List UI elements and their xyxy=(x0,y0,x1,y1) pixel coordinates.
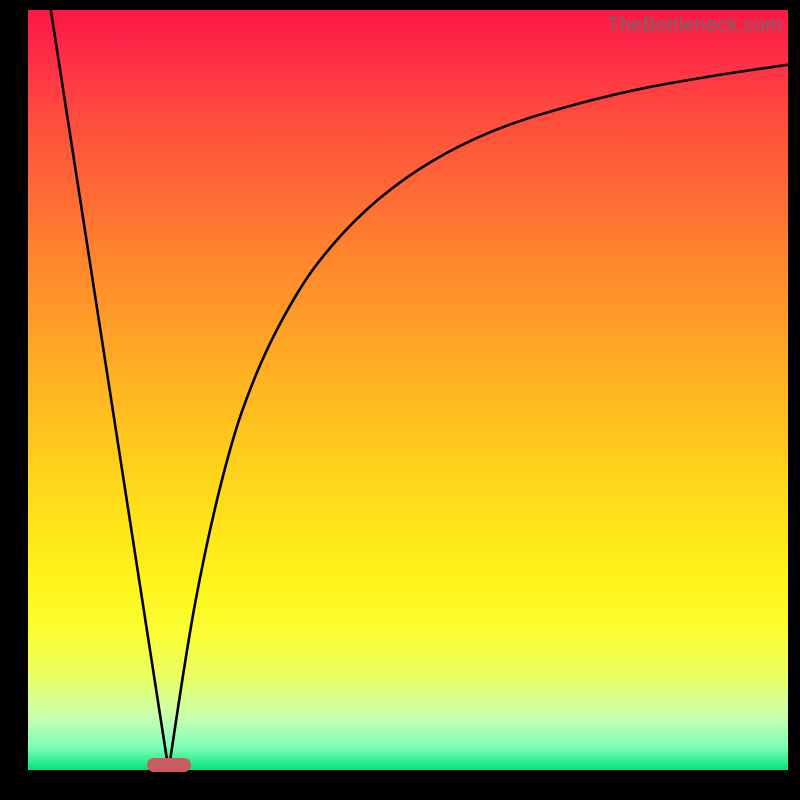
plot-area: TheBottleneck.com xyxy=(28,10,788,770)
vertex-marker xyxy=(147,758,191,772)
left-branch-path xyxy=(51,10,169,770)
chart-frame: TheBottleneck.com xyxy=(0,0,800,800)
right-branch-path xyxy=(169,65,788,770)
curve-layer xyxy=(28,10,788,770)
